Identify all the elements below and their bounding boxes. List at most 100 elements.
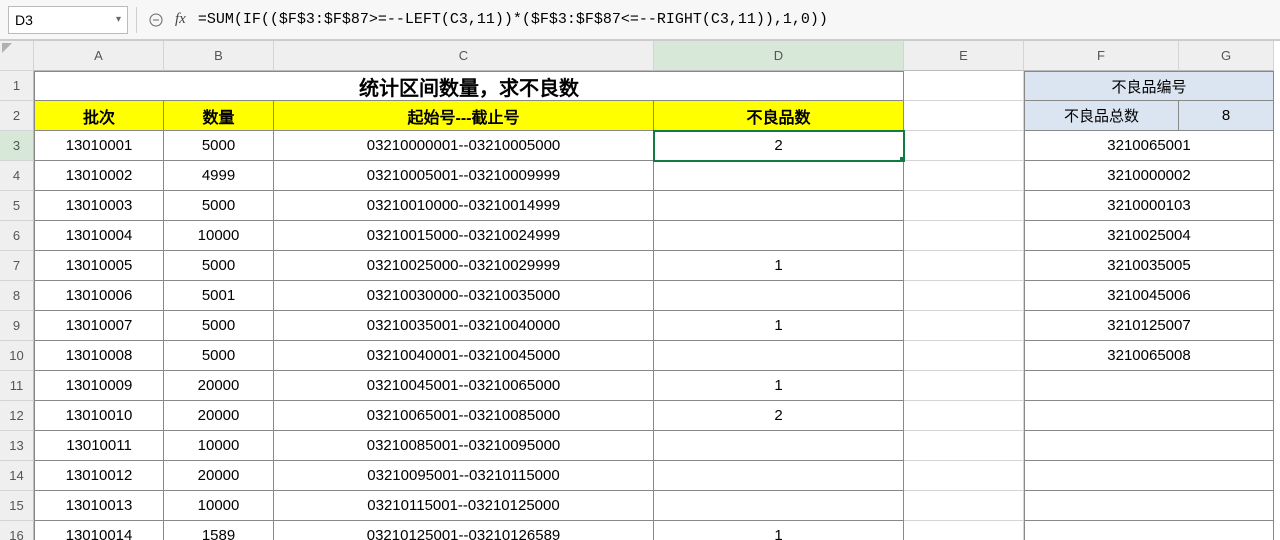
cell-B7[interactable]: 5000 (164, 251, 274, 281)
cell-E2[interactable] (904, 101, 1024, 131)
row-header-2[interactable]: 2 (0, 101, 34, 131)
spreadsheet-grid[interactable]: A B C D E F G 1 统计区间数量，求不良数 不良品编号 2 批次 数… (0, 40, 1280, 540)
row-header-1[interactable]: 1 (0, 71, 34, 101)
cell-A9[interactable]: 13010007 (34, 311, 164, 341)
cell-B11[interactable]: 20000 (164, 371, 274, 401)
cell-D10[interactable] (654, 341, 904, 371)
hdr-qty[interactable]: 数量 (164, 101, 274, 131)
cell-A15[interactable]: 13010013 (34, 491, 164, 521)
cell-B5[interactable]: 5000 (164, 191, 274, 221)
cell-A13[interactable]: 13010011 (34, 431, 164, 461)
cell-C3[interactable]: 03210000001--03210005000 (274, 131, 654, 161)
cell-A5[interactable]: 13010003 (34, 191, 164, 221)
col-header-E[interactable]: E (904, 41, 1024, 71)
cell-E13[interactable] (904, 431, 1024, 461)
cell-D9[interactable]: 1 (654, 311, 904, 341)
cell-C7[interactable]: 03210025000--03210029999 (274, 251, 654, 281)
row-header-13[interactable]: 13 (0, 431, 34, 461)
cell-F10[interactable]: 3210065008 (1024, 341, 1274, 371)
chevron-down-icon[interactable]: ▾ (116, 14, 121, 25)
row-header-10[interactable]: 10 (0, 341, 34, 371)
row-header-15[interactable]: 15 (0, 491, 34, 521)
cell-E16[interactable] (904, 521, 1024, 540)
cell-E7[interactable] (904, 251, 1024, 281)
cell-F6[interactable]: 3210025004 (1024, 221, 1274, 251)
cell-E4[interactable] (904, 161, 1024, 191)
cell-E6[interactable] (904, 221, 1024, 251)
cell-E1[interactable] (904, 71, 1024, 101)
defect-total-value[interactable]: 8 (1179, 101, 1274, 131)
hdr-batch[interactable]: 批次 (34, 101, 164, 131)
cell-F4[interactable]: 3210000002 (1024, 161, 1274, 191)
hdr-range[interactable]: 起始号---截止号 (274, 101, 654, 131)
cell-A3[interactable]: 13010001 (34, 131, 164, 161)
col-header-A[interactable]: A (34, 41, 164, 71)
cell-E15[interactable] (904, 491, 1024, 521)
defect-list-title[interactable]: 不良品编号 (1024, 71, 1274, 101)
cell-E10[interactable] (904, 341, 1024, 371)
cell-C5[interactable]: 03210010000--03210014999 (274, 191, 654, 221)
cell-B8[interactable]: 5001 (164, 281, 274, 311)
cancel-icon[interactable] (145, 9, 167, 31)
row-header-3[interactable]: 3 (0, 131, 34, 161)
cell-D14[interactable] (654, 461, 904, 491)
col-header-G[interactable]: G (1179, 41, 1274, 71)
cell-C6[interactable]: 03210015000--03210024999 (274, 221, 654, 251)
row-header-16[interactable]: 16 (0, 521, 34, 540)
cell-A12[interactable]: 13010010 (34, 401, 164, 431)
cell-D4[interactable] (654, 161, 904, 191)
cell-E9[interactable] (904, 311, 1024, 341)
col-header-C[interactable]: C (274, 41, 654, 71)
title-cell[interactable]: 统计区间数量，求不良数 (34, 71, 904, 101)
cell-D8[interactable] (654, 281, 904, 311)
cell-A6[interactable]: 13010004 (34, 221, 164, 251)
cell-A4[interactable]: 13010002 (34, 161, 164, 191)
cell-C14[interactable]: 03210095001--03210115000 (274, 461, 654, 491)
cell-C9[interactable]: 03210035001--03210040000 (274, 311, 654, 341)
cell-B6[interactable]: 10000 (164, 221, 274, 251)
fill-handle[interactable] (900, 157, 904, 161)
cell-B10[interactable]: 5000 (164, 341, 274, 371)
cell-C11[interactable]: 03210045001--03210065000 (274, 371, 654, 401)
cell-B16[interactable]: 1589 (164, 521, 274, 540)
row-header-7[interactable]: 7 (0, 251, 34, 281)
row-header-8[interactable]: 8 (0, 281, 34, 311)
formula-input[interactable] (194, 7, 1272, 33)
cell-D3[interactable]: 2 (654, 131, 904, 161)
cell-D15[interactable] (654, 491, 904, 521)
defect-total-label[interactable]: 不良品总数 (1024, 101, 1179, 131)
cell-F3[interactable]: 3210065001 (1024, 131, 1274, 161)
cell-E11[interactable] (904, 371, 1024, 401)
hdr-defect[interactable]: 不良品数 (654, 101, 904, 131)
col-header-F[interactable]: F (1024, 41, 1179, 71)
cell-C13[interactable]: 03210085001--03210095000 (274, 431, 654, 461)
cell-C4[interactable]: 03210005001--03210009999 (274, 161, 654, 191)
cell-C8[interactable]: 03210030000--03210035000 (274, 281, 654, 311)
name-box[interactable]: D3 ▾ (8, 6, 128, 34)
cell-C10[interactable]: 03210040001--03210045000 (274, 341, 654, 371)
cell-F5[interactable]: 3210000103 (1024, 191, 1274, 221)
cell-A11[interactable]: 13010009 (34, 371, 164, 401)
cell-C12[interactable]: 03210065001--03210085000 (274, 401, 654, 431)
row-header-9[interactable]: 9 (0, 311, 34, 341)
cell-F15[interactable] (1024, 491, 1274, 521)
cell-C16[interactable]: 03210125001--03210126589 (274, 521, 654, 540)
cell-B3[interactable]: 5000 (164, 131, 274, 161)
row-header-4[interactable]: 4 (0, 161, 34, 191)
row-header-5[interactable]: 5 (0, 191, 34, 221)
cell-E5[interactable] (904, 191, 1024, 221)
cell-B12[interactable]: 20000 (164, 401, 274, 431)
cell-E14[interactable] (904, 461, 1024, 491)
cell-D16[interactable]: 1 (654, 521, 904, 540)
cell-F12[interactable] (1024, 401, 1274, 431)
cell-F7[interactable]: 3210035005 (1024, 251, 1274, 281)
cell-C15[interactable]: 03210115001--03210125000 (274, 491, 654, 521)
cell-D6[interactable] (654, 221, 904, 251)
fx-icon[interactable]: fx (175, 11, 186, 28)
col-header-B[interactable]: B (164, 41, 274, 71)
cell-A7[interactable]: 13010005 (34, 251, 164, 281)
cell-D12[interactable]: 2 (654, 401, 904, 431)
select-all-corner[interactable] (0, 41, 34, 71)
cell-A10[interactable]: 13010008 (34, 341, 164, 371)
cell-F9[interactable]: 3210125007 (1024, 311, 1274, 341)
